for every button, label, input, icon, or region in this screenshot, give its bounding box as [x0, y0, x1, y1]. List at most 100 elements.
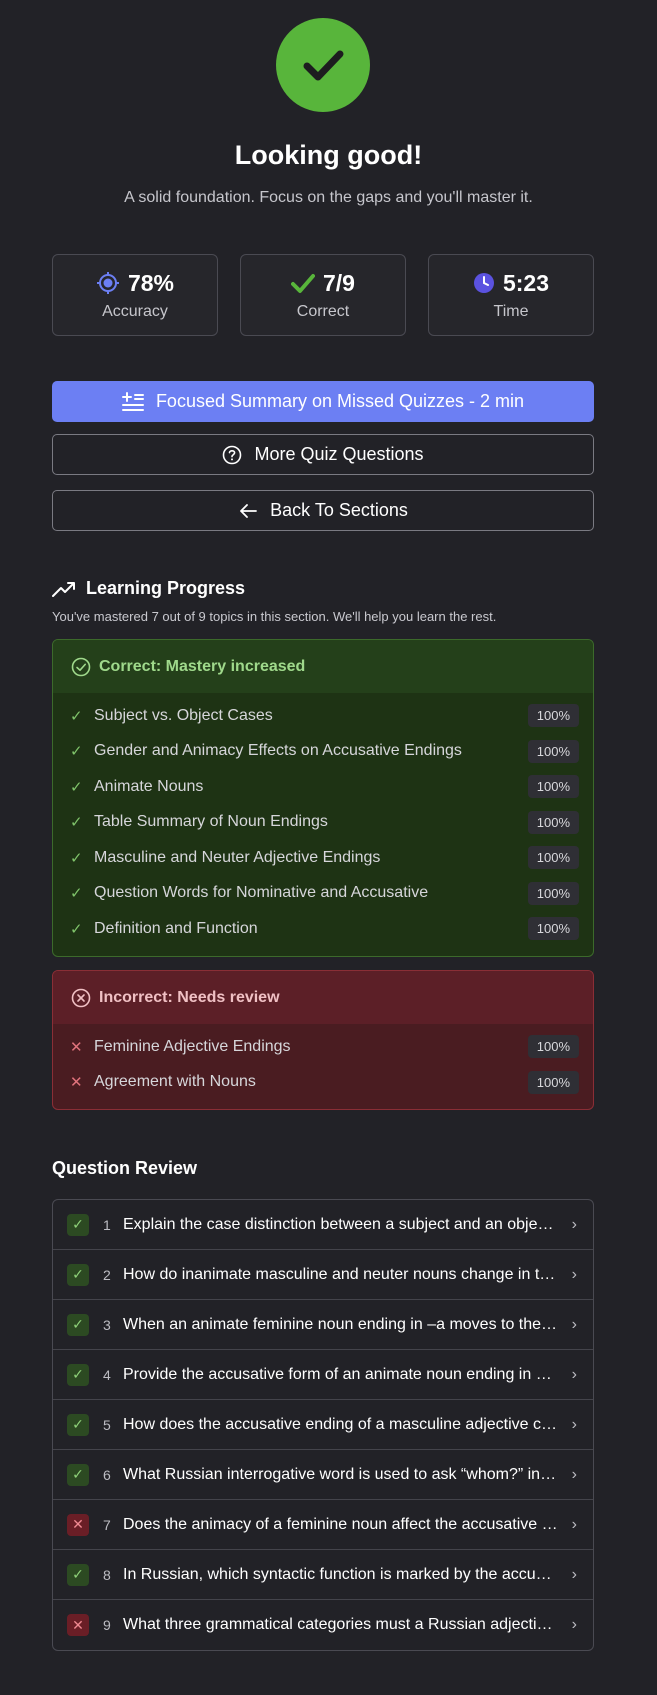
correct-status-icon: ✓ [67, 1263, 89, 1286]
incorrect-panel-heading: Incorrect: Needs review [99, 988, 280, 1006]
success-badge [276, 18, 370, 112]
help-circle-icon [223, 445, 242, 464]
question-number: 1 [103, 1216, 111, 1233]
list-plus-icon [121, 391, 144, 411]
close-icon: ✕ [70, 1074, 83, 1092]
more-quiz-button[interactable]: More Quiz Questions [52, 434, 594, 475]
question-number: 2 [103, 1266, 111, 1283]
question-row[interactable]: ✕ 9 What three grammatical categories must… [53, 1600, 593, 1650]
topic-item: ✓ Gender and Animacy Effects on Accusativ… [53, 734, 593, 770]
topic-percent-badge: 100% [527, 704, 579, 728]
x-circle-icon [71, 988, 91, 1007]
focused-summary-label: Focused Summary on Missed Quizzes - 2 mi… [155, 391, 525, 411]
target-icon [96, 272, 119, 294]
correct-status-icon: ✓ [67, 1463, 89, 1486]
stats-row: 78% Accuracy 7/9 Correct 5:23 Time [52, 254, 594, 336]
topic-label: Animate Nouns [94, 777, 204, 795]
result-subtitle: A solid foundation. Focus on the gaps an… [124, 189, 533, 206]
stat-correct: 7/9 Correct [240, 254, 406, 336]
question-row[interactable]: ✓ 2 How do inanimate masculine and neuter … [53, 1250, 593, 1300]
topic-percent-badge: 100% [527, 917, 579, 941]
question-text: Provide the accusative form of an animat… [123, 1365, 572, 1383]
focused-summary-button[interactable]: Focused Summary on Missed Quizzes - 2 mi… [52, 381, 594, 422]
question-number: 3 [103, 1316, 111, 1333]
question-text: What three grammatical categories must a… [123, 1616, 572, 1633]
question-number: 6 [103, 1466, 111, 1483]
check-icon: ✓ [70, 814, 83, 832]
question-row[interactable]: ✓ 8 In Russian, which syntactic function i… [53, 1550, 593, 1600]
chevron-right-icon: › [571, 1365, 577, 1383]
question-row[interactable]: ✕ 7 Does the animacy of a feminine noun af… [53, 1500, 593, 1550]
topic-label: Masculine and Neuter Adjective Endings [94, 848, 381, 866]
close-icon: ✕ [70, 1038, 83, 1056]
check-icon: ✓ [70, 849, 83, 867]
back-to-sections-button[interactable]: Back To Sections [52, 490, 594, 531]
correct-panel-header: Correct: Mastery increased [53, 640, 593, 693]
topic-label: Definition and Function [94, 919, 258, 937]
question-text: How does the accusative ending of a masc… [123, 1415, 572, 1433]
back-label: Back To Sections [270, 500, 408, 520]
chevron-right-icon: › [571, 1215, 577, 1233]
stat-value: 5:23 [502, 269, 550, 296]
correct-status-icon: ✓ [67, 1363, 89, 1386]
more-quiz-label: More Quiz Questions [254, 444, 424, 464]
topic-label: Question Words for Nominative and Accusa… [94, 884, 429, 902]
topic-percent-badge: 100% [527, 1035, 579, 1059]
question-text: What Russian interrogative word is used … [123, 1465, 572, 1483]
question-row[interactable]: ✓ 3 When an animate feminine noun ending i… [53, 1300, 593, 1350]
chevron-right-icon: › [571, 1315, 577, 1333]
correct-status-icon: ✓ [67, 1413, 89, 1436]
topic-label: Feminine Adjective Endings [94, 1037, 291, 1055]
correct-status-icon: ✓ [67, 1563, 89, 1586]
stat-label: Accuracy [102, 302, 168, 320]
topic-item: ✓ Definition and Function 100% [53, 911, 593, 947]
correct-topic-list: ✓ Subject vs. Object Cases 100% ✓ Gender an… [53, 693, 593, 947]
incorrect-topics-panel: Incorrect: Needs review ✕ Feminine Adject… [52, 970, 594, 1110]
check-icon: ✓ [70, 778, 83, 796]
stat-value: 7/9 [323, 269, 355, 296]
incorrect-status-icon: ✕ [67, 1614, 89, 1636]
question-row[interactable]: ✓ 4 Provide the accusative form of an anim… [53, 1350, 593, 1400]
question-review-title: Question Review [52, 1158, 198, 1178]
check-icon: ✓ [70, 743, 83, 761]
topic-percent-badge: 100% [527, 881, 579, 905]
chevron-right-icon: › [571, 1515, 577, 1533]
topic-label: Gender and Animacy Effects on Accusative… [94, 742, 462, 760]
check-icon: ✓ [70, 920, 83, 938]
topic-percent-badge: 100% [527, 810, 579, 834]
stat-time: 5:23 Time [428, 254, 594, 336]
question-number: 7 [103, 1516, 111, 1533]
question-text: In Russian, which syntactic function is … [123, 1565, 572, 1583]
question-row[interactable]: ✓ 1 Explain the case distinction between a… [53, 1200, 593, 1250]
topic-percent-badge: 100% [527, 739, 579, 763]
correct-status-icon: ✓ [67, 1213, 89, 1236]
stat-label: Time [493, 302, 529, 320]
question-text: How do inanimate masculine and neuter no… [123, 1265, 572, 1283]
question-row[interactable]: ✓ 5 How does the accusative ending of a ma… [53, 1400, 593, 1450]
check-icon: ✓ [70, 885, 83, 903]
topic-item: ✓ Table Summary of Noun Endings 100% [53, 805, 593, 841]
question-number: 4 [103, 1366, 111, 1383]
question-text: When an animate feminine noun ending in … [123, 1315, 572, 1333]
correct-topics-panel: Correct: Mastery increased ✓ Subject vs. … [52, 639, 594, 957]
question-number: 8 [103, 1566, 111, 1583]
incorrect-status-icon: ✕ [67, 1513, 89, 1536]
learning-progress-title: Learning Progress [86, 578, 246, 598]
stat-accuracy: 78% Accuracy [52, 254, 218, 336]
topic-label: Subject vs. Object Cases [94, 706, 273, 724]
chevron-right-icon: › [571, 1565, 577, 1583]
question-number: 9 [103, 1617, 111, 1633]
check-icon [291, 274, 315, 293]
question-review-list: ✓ 1 Explain the case distinction between a… [52, 1199, 594, 1651]
question-row[interactable]: ✓ 6 What Russian interrogative word is use… [53, 1450, 593, 1500]
incorrect-topic-list: ✕ Feminine Adjective Endings 100% ✕ Agreeme… [53, 1024, 593, 1100]
stat-label: Correct [296, 302, 350, 320]
chevron-right-icon: › [571, 1415, 577, 1433]
topic-item: ✓ Masculine and Neuter Adjective Endings 1… [53, 840, 593, 876]
topic-item: ✓ Subject vs. Object Cases 100% [53, 698, 593, 734]
topic-percent-badge: 100% [527, 1070, 579, 1094]
topic-item: ✓ Animate Nouns 100% [53, 769, 593, 805]
result-title: Looking good! [234, 140, 423, 170]
trending-up-icon [52, 581, 75, 597]
topic-item: ✕ Feminine Adjective Endings 100% [53, 1029, 593, 1065]
